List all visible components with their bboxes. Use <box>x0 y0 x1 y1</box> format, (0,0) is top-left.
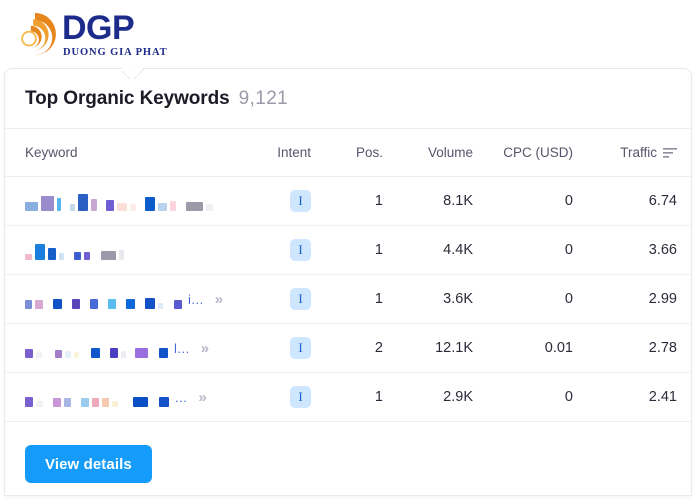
cell-cpc: 0 <box>485 274 585 324</box>
redacted-keyword <box>25 240 124 260</box>
sort-descending-icon[interactable] <box>663 147 677 159</box>
intent-badge[interactable]: I <box>290 190 311 212</box>
cell-traffic: 2.99 <box>585 274 691 324</box>
keyword-truncation-ellipsis: i... <box>188 291 204 307</box>
brand-logo[interactable]: DGP DUONG GIA PHAT <box>12 9 168 59</box>
column-header-traffic[interactable]: Traffic <box>585 129 691 177</box>
cell-position: 2 <box>325 323 395 373</box>
chevron-double-right-icon[interactable]: » <box>211 292 223 307</box>
redacted-keyword <box>25 387 169 407</box>
cell-intent[interactable]: I <box>250 323 325 373</box>
card-footer: View details <box>5 422 691 495</box>
cell-traffic: 3.66 <box>585 225 691 275</box>
cell-volume: 12.1K <box>395 323 485 373</box>
page-title: Top Organic Keywords <box>25 87 230 109</box>
table-row[interactable]: ... » I 1 2.9K 0 2.41 <box>5 372 691 422</box>
screenshot-root: DGP DUONG GIA PHAT Top Organic Keywords … <box>0 0 700 500</box>
cell-intent[interactable]: I <box>250 274 325 324</box>
cell-volume: 8.1K <box>395 176 485 226</box>
cell-position: 1 <box>325 274 395 324</box>
cell-volume: 3.6K <box>395 274 485 324</box>
redacted-keyword <box>25 338 168 358</box>
table-row[interactable]: I 1 4.4K 0 3.66 <box>5 225 691 275</box>
table-body: I 1 8.1K 0 6.74 I 1 4.4K 0 3.66 i...» I 1 3.6K 0 2.99 l.… <box>5 176 691 422</box>
intent-badge[interactable]: I <box>290 386 311 408</box>
cell-keyword[interactable] <box>5 176 250 226</box>
cell-keyword[interactable]: ... » <box>5 372 250 422</box>
cell-keyword[interactable]: i... » <box>5 274 250 324</box>
cell-keyword[interactable]: l... » <box>5 323 250 373</box>
column-header-cpc[interactable]: CPC (USD) <box>485 129 585 177</box>
cell-intent[interactable]: I <box>250 372 325 422</box>
table-row[interactable]: i... » I 1 3.6K 0 2.99 <box>5 274 691 324</box>
redacted-keyword <box>25 191 213 211</box>
redacted-keyword <box>25 289 182 309</box>
keyword-truncation-ellipsis: ... <box>175 389 188 405</box>
keyword-count: 9,121 <box>238 87 289 109</box>
brand-header: DGP DUONG GIA PHAT <box>0 0 700 68</box>
cell-position: 1 <box>325 372 395 422</box>
cell-cpc: 0.01 <box>485 323 585 373</box>
cell-intent[interactable]: I <box>250 225 325 275</box>
cell-traffic: 2.41 <box>585 372 691 422</box>
table-row[interactable]: I 1 8.1K 0 6.74 <box>5 176 691 226</box>
brand-name: DGP <box>62 9 135 47</box>
table-header-row: Keyword Intent Pos. Volume CPC (USD) Tra… <box>5 129 691 177</box>
cell-position: 1 <box>325 225 395 275</box>
cell-cpc: 0 <box>485 176 585 226</box>
cell-position: 1 <box>325 176 395 226</box>
chevron-double-right-icon[interactable]: » <box>194 390 206 405</box>
orange-spiral-icon <box>21 12 56 56</box>
column-header-volume[interactable]: Volume <box>395 129 485 177</box>
intent-badge[interactable]: I <box>290 288 311 310</box>
cell-keyword[interactable] <box>5 225 250 275</box>
keyword-truncation-ellipsis: l... <box>174 340 190 356</box>
top-organic-keywords-card: Top Organic Keywords 9,121 Keyword Inten… <box>4 68 692 496</box>
column-header-keyword[interactable]: Keyword <box>5 129 250 177</box>
brand-wordmark: DGP DUONG GIA PHAT <box>62 9 168 59</box>
chevron-double-right-icon[interactable]: » <box>197 341 209 356</box>
column-header-intent[interactable]: Intent <box>250 129 325 177</box>
cell-traffic: 2.78 <box>585 323 691 373</box>
table-header: Keyword Intent Pos. Volume CPC (USD) Tra… <box>5 129 691 177</box>
keywords-table: Keyword Intent Pos. Volume CPC (USD) Tra… <box>5 129 691 422</box>
view-details-button[interactable]: View details <box>25 445 152 483</box>
cell-volume: 2.9K <box>395 372 485 422</box>
intent-badge[interactable]: I <box>290 239 311 261</box>
cell-cpc: 0 <box>485 372 585 422</box>
cell-cpc: 0 <box>485 225 585 275</box>
cell-volume: 4.4K <box>395 225 485 275</box>
intent-badge[interactable]: I <box>290 337 311 359</box>
column-header-traffic-label: Traffic <box>620 145 657 160</box>
column-header-pos[interactable]: Pos. <box>325 129 395 177</box>
table-row[interactable]: l... » I 2 12.1K 0.01 2.78 <box>5 323 691 373</box>
card-header: Top Organic Keywords 9,121 <box>5 69 691 129</box>
cell-intent[interactable]: I <box>250 176 325 226</box>
cell-traffic: 6.74 <box>585 176 691 226</box>
brand-tagline: DUONG GIA PHAT <box>63 47 168 58</box>
